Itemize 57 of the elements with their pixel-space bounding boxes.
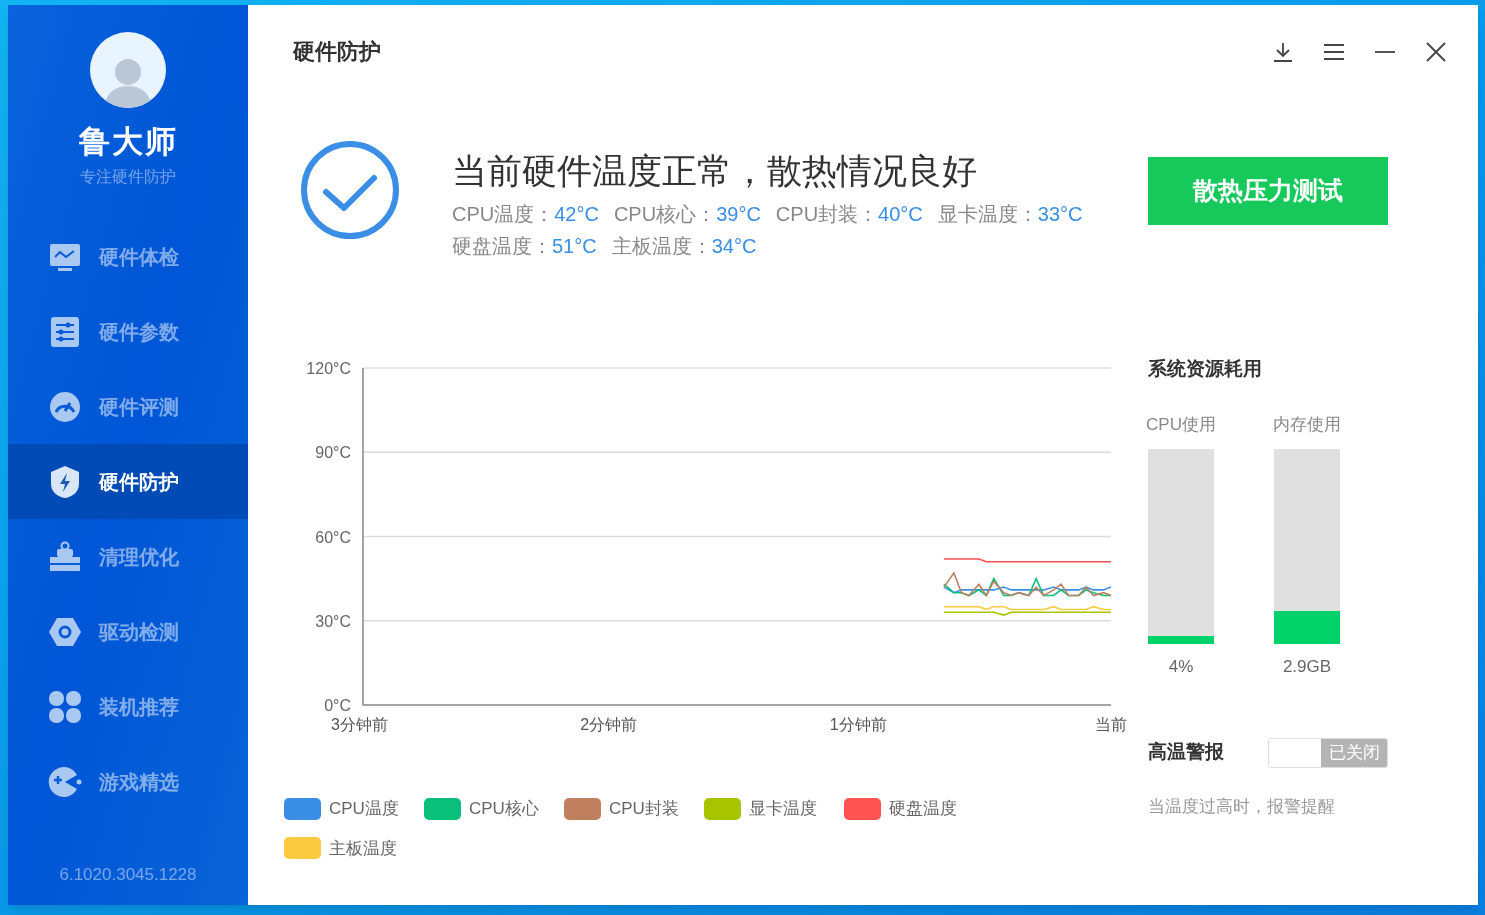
section-title: 高温警报 <box>1148 740 1224 765</box>
temperature-reading: CPU核心：39°C <box>613 202 761 227</box>
legend-swatch <box>844 797 881 820</box>
temperature-reading: 显卡温度：33°C <box>937 202 1083 227</box>
four-petal-icon <box>48 689 82 724</box>
temperature-reading: 主板温度：34°C <box>611 234 757 259</box>
status-headline: 当前硬件温度正常，散热情况良好 <box>452 150 978 192</box>
legend-swatch <box>284 837 321 860</box>
close-icon[interactable] <box>1424 39 1448 64</box>
x-tick-label: 1分钟前 <box>829 716 887 733</box>
legend-swatch <box>564 797 601 820</box>
gamepad-icon <box>48 764 82 799</box>
x-tick-label: 3分钟前 <box>331 716 388 733</box>
version-text: 6.1020.3045.1228 <box>59 863 197 886</box>
app-tagline: 专注硬件防护 <box>80 167 176 187</box>
sidebar-item[interactable]: 硬件参数 <box>8 294 248 369</box>
sidebar-item[interactable]: 装机推荐 <box>8 669 248 744</box>
legend-label: CPU封装 <box>609 798 679 820</box>
y-tick-label: 60°C <box>315 528 351 546</box>
meter-label: 内存使用 <box>1273 413 1341 436</box>
legend-label: CPU温度 <box>329 798 399 820</box>
sidebar-item[interactable]: 硬件体检 <box>8 219 248 294</box>
legend-swatch <box>704 797 741 820</box>
brush-icon <box>48 539 82 574</box>
legend-swatch <box>284 797 321 820</box>
meter-reading: 4% <box>1168 656 1194 678</box>
sliders-icon <box>48 314 82 349</box>
alert-note: 当温度过高时，报警提醒 <box>1148 795 1336 818</box>
legend-label: 显卡温度 <box>749 798 817 820</box>
gauge-icon <box>48 389 82 424</box>
sidebar-item[interactable]: 驱动检测 <box>8 594 248 669</box>
section-title: 系统资源耗用 <box>1148 357 1263 381</box>
legend-label: 主板温度 <box>329 837 397 860</box>
legend-label: CPU核心 <box>469 798 539 820</box>
x-tick-label: 2分钟前 <box>580 716 638 733</box>
y-tick-label: 0°C <box>324 697 351 714</box>
legend-label: 硬盘温度 <box>889 798 957 820</box>
meter-label: CPU使用 <box>1146 413 1216 436</box>
temperature-reading: CPU温度：42°C <box>452 202 599 227</box>
x-tick-label: 当前 <box>1095 716 1127 733</box>
y-tick-label: 120°C <box>306 360 351 377</box>
sidebar-item[interactable]: 游戏精选 <box>8 744 248 819</box>
sidebar-item[interactable]: 硬件评测 <box>8 369 248 444</box>
stress-test-button[interactable]: 散热压力测试 <box>1148 157 1388 225</box>
legend-swatch <box>424 797 461 820</box>
sidebar-item[interactable]: 清理优化 <box>8 519 248 594</box>
meter-reading: 2.9GB <box>1282 656 1332 678</box>
y-tick-label: 90°C <box>315 444 351 462</box>
y-tick-label: 30°C <box>315 612 351 630</box>
alert-toggle[interactable]: 已关闭 <box>1268 737 1388 768</box>
temperature-reading: 硬盘温度：51°C <box>452 234 597 259</box>
shield-bolt-icon <box>48 464 82 499</box>
temperature-reading: CPU封装：40°C <box>775 202 923 227</box>
app-name: 鲁大师 <box>78 123 178 161</box>
sidebar-item[interactable]: 硬件防护 <box>8 444 248 519</box>
check-circle-icon <box>300 140 400 240</box>
window-title: 硬件防护 <box>293 38 381 66</box>
